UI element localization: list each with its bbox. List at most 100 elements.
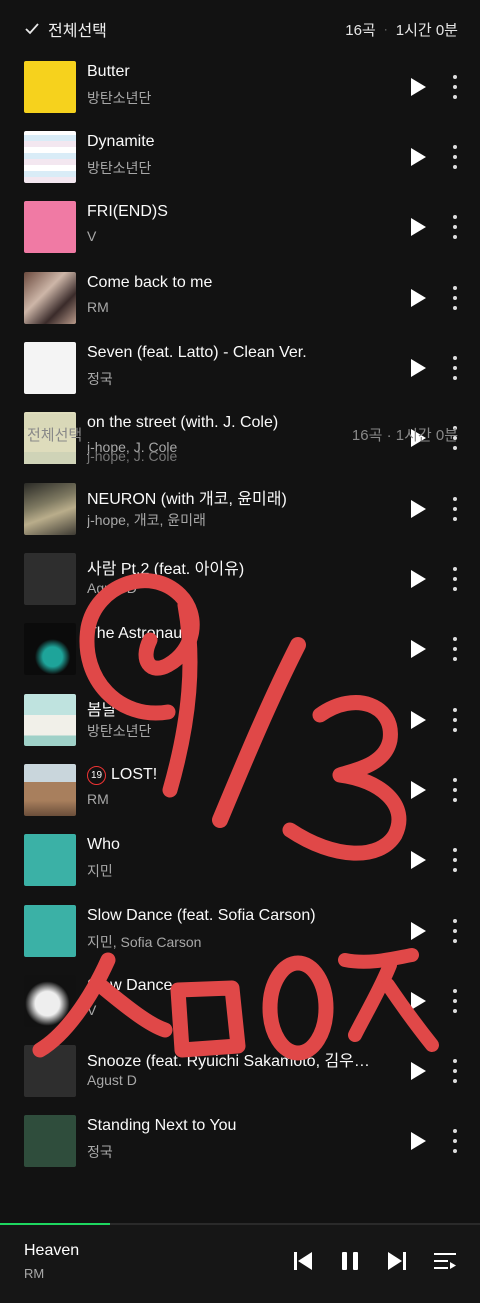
album-art: [24, 623, 76, 675]
more-options-icon[interactable]: [446, 356, 464, 380]
track-title: 봄날: [87, 696, 387, 720]
more-dot: [453, 718, 457, 722]
more-dot: [453, 517, 457, 521]
more-dot: [453, 788, 457, 792]
pause-icon[interactable]: [338, 1249, 362, 1273]
select-all-label: 전체선택: [48, 23, 107, 40]
more-dot: [453, 567, 457, 571]
play-icon[interactable]: [411, 148, 426, 166]
play-icon[interactable]: [411, 1062, 426, 1080]
track-row[interactable]: FRI(END)S V: [0, 192, 480, 262]
play-icon[interactable]: [411, 781, 426, 799]
more-options-icon[interactable]: [446, 848, 464, 872]
track-row[interactable]: 사람 Pt.2 (feat. 아이유) Agust D: [0, 544, 480, 614]
more-dot: [453, 1059, 457, 1063]
play-icon[interactable]: [411, 711, 426, 729]
more-dot: [453, 587, 457, 591]
play-icon[interactable]: [411, 289, 426, 307]
play-icon[interactable]: [411, 640, 426, 658]
track-row[interactable]: Standing Next to You 정국: [0, 1106, 480, 1176]
track-row[interactable]: Butter 방탄소년단: [0, 52, 480, 122]
track-artist: j-hope, 개코, 윤미래: [87, 512, 206, 528]
check-icon: [25, 23, 39, 35]
track-title-text: Slow Dance (feat. Sofia Carson): [87, 907, 316, 924]
more-dot: [453, 1079, 457, 1083]
play-icon[interactable]: [411, 78, 426, 96]
more-options-icon[interactable]: [446, 215, 464, 239]
play-icon[interactable]: [411, 992, 426, 1010]
track-title-text: 사람 Pt.2 (feat. 아이유): [87, 561, 245, 578]
track-row[interactable]: Who 지민: [0, 825, 480, 895]
more-options-icon[interactable]: [446, 567, 464, 591]
play-icon[interactable]: [411, 359, 426, 377]
more-options-icon[interactable]: [446, 637, 464, 661]
track-row[interactable]: Dynamite 방탄소년단: [0, 122, 480, 192]
track-row[interactable]: Snooze (feat. Ryuichi Sakamoto, 김우… Agust…: [0, 1036, 480, 1106]
select-all-toggle[interactable]: 전체선택: [24, 17, 107, 41]
scroll-glitch-band: 전체선택 16곡 · 1시간 0분 j-hope, J. Cole: [0, 414, 480, 464]
track-artist: 정국: [87, 1144, 113, 1160]
track-artist: Agust D: [87, 580, 137, 596]
more-dot: [453, 1139, 457, 1143]
track-title-text: Who: [87, 836, 120, 853]
ghost-summary: 16곡 · 1시간 0분: [351, 427, 458, 444]
more-dot: [453, 939, 457, 943]
album-art: [24, 201, 76, 253]
track-title: Slow Dance: [87, 977, 387, 995]
album-art: [24, 272, 76, 324]
track-row[interactable]: NEURON (with 개코, 윤미래) j-hope, 개코, 윤미래: [0, 474, 480, 544]
album-art: [24, 905, 76, 957]
play-icon[interactable]: [411, 922, 426, 940]
track-title: Who: [87, 836, 387, 854]
track-title-text: LOST!: [111, 766, 158, 783]
track-title-text: NEURON (with 개코, 윤미래): [87, 491, 287, 508]
more-options-icon[interactable]: [446, 708, 464, 732]
next-icon[interactable]: [385, 1249, 409, 1273]
more-dot: [453, 708, 457, 712]
track-row[interactable]: Slow Dance V: [0, 966, 480, 1036]
track-title-text: Seven (feat. Latto) - Clean Ver.: [87, 344, 307, 361]
track-title-text: 봄날: [87, 702, 117, 719]
play-icon[interactable]: [411, 1132, 426, 1150]
track-row[interactable]: Seven (feat. Latto) - Clean Ver. 정국: [0, 333, 480, 403]
track-row[interactable]: Slow Dance (feat. Sofia Carson) 지민, Sofia…: [0, 896, 480, 966]
track-row[interactable]: 봄날방탄소년단: [0, 685, 480, 755]
album-art: [24, 342, 76, 394]
album-art: [24, 553, 76, 605]
play-icon[interactable]: [411, 570, 426, 588]
more-options-icon[interactable]: [446, 497, 464, 521]
playlist-queue-icon[interactable]: [433, 1249, 457, 1273]
more-options-icon[interactable]: [446, 286, 464, 310]
more-dot: [453, 95, 457, 99]
more-options-icon[interactable]: [446, 919, 464, 943]
track-row[interactable]: The Astronaut: [0, 614, 480, 684]
play-icon[interactable]: [411, 851, 426, 869]
play-icon[interactable]: [411, 500, 426, 518]
track-artist: 방탄소년단: [87, 723, 152, 739]
now-playing-title: Heaven: [24, 1242, 80, 1259]
more-dot: [453, 1009, 457, 1013]
more-dot: [453, 507, 457, 511]
more-options-icon[interactable]: [446, 1129, 464, 1153]
more-options-icon[interactable]: [446, 75, 464, 99]
track-title-text: The Astronaut: [87, 625, 187, 642]
more-options-icon[interactable]: [446, 145, 464, 169]
more-dot: [453, 145, 457, 149]
more-dot: [453, 356, 457, 360]
track-title-text: FRI(END)S: [87, 203, 168, 220]
track-row[interactable]: 19 LOST! RM: [0, 755, 480, 825]
track-artist: RM: [87, 791, 109, 807]
track-title-text: Butter: [87, 63, 130, 80]
more-dot: [453, 376, 457, 380]
track-title-text: Slow Dance: [87, 977, 173, 994]
track-row[interactable]: Come back to me RM: [0, 263, 480, 333]
more-options-icon[interactable]: [446, 1059, 464, 1083]
more-options-icon[interactable]: [446, 989, 464, 1013]
track-title: NEURON (with 개코, 윤미래): [87, 485, 387, 509]
play-icon[interactable]: [411, 218, 426, 236]
album-art: [24, 764, 76, 816]
mini-player[interactable]: Heaven RM: [0, 1225, 480, 1303]
previous-icon[interactable]: [291, 1249, 315, 1273]
track-artist: 지민, Sofia Carson: [87, 934, 202, 950]
more-options-icon[interactable]: [446, 778, 464, 802]
